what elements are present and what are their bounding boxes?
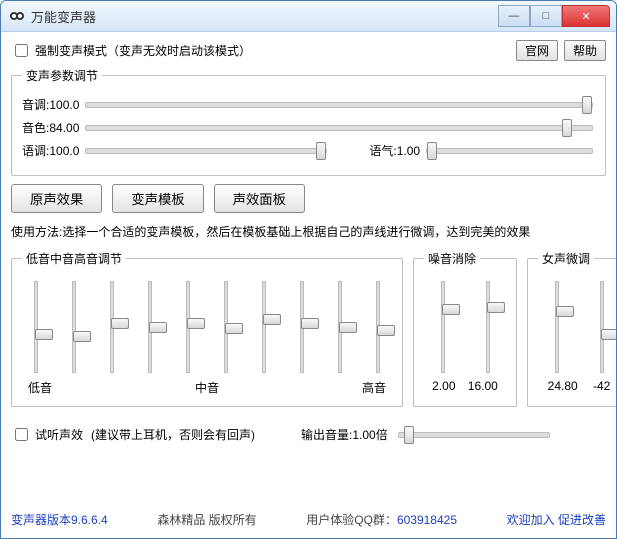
eq-low-label: 低音 xyxy=(28,379,52,396)
eq-slider-2[interactable] xyxy=(65,281,83,373)
noise-slider-1[interactable] xyxy=(434,281,452,373)
listen-input[interactable] xyxy=(15,428,28,441)
usage-text: 使用方法:选择一个合适的变声模板，然后在模板基础上根据自己的声线进行微调，达到完… xyxy=(11,223,606,240)
eq-slider-3[interactable] xyxy=(103,281,121,373)
footer-join[interactable]: 欢迎加入 促进改善 xyxy=(507,511,606,528)
eq-slider-8[interactable] xyxy=(293,281,311,373)
mood-slider[interactable] xyxy=(426,148,593,154)
listen-label: 试听声效 xyxy=(35,426,83,443)
eq-slider-7[interactable] xyxy=(255,281,273,373)
app-icon xyxy=(9,8,25,24)
official-site-button[interactable]: 官网 xyxy=(516,40,558,61)
out-vol-slider[interactable] xyxy=(398,432,550,438)
eq-slider-6[interactable] xyxy=(217,281,235,373)
female-slider-2[interactable] xyxy=(593,281,611,373)
timbre-slider[interactable] xyxy=(85,125,593,131)
tab-original[interactable]: 原声效果 xyxy=(11,184,102,213)
help-button[interactable]: 帮助 xyxy=(564,40,606,61)
tab-fx-panel[interactable]: 声效面板 xyxy=(214,184,305,213)
footer-version: 变声器版本9.6.6.4 xyxy=(11,511,108,528)
noise-val-2: 16.00 xyxy=(468,379,498,393)
force-mode-input[interactable] xyxy=(15,44,28,57)
female-val-2: -42 xyxy=(593,379,610,393)
force-mode-label: 强制变声模式（变声无效时启动该模式） xyxy=(35,42,251,59)
noise-legend: 噪音消除 xyxy=(424,250,480,267)
listen-checkbox[interactable]: 试听声效 xyxy=(11,425,83,444)
close-button[interactable]: ✕ xyxy=(562,5,610,27)
eq-high-label: 高音 xyxy=(362,379,386,396)
eq-slider-1[interactable] xyxy=(27,281,45,373)
tone-slider[interactable] xyxy=(85,148,327,154)
maximize-button[interactable]: □ xyxy=(530,5,562,27)
pitch-label: 音调:100.0 xyxy=(22,96,79,113)
eq-legend: 低音中音高音调节 xyxy=(22,250,126,267)
noise-group: 噪音消除 2.00 16.00 xyxy=(413,250,517,407)
footer-qq: 用户体验QQ群：603918425 xyxy=(306,511,457,528)
mood-label: 语气:1.00 xyxy=(369,142,420,159)
voice-params-group: 变声参数调节 音调:100.0 音色:84.00 语调:100.0 语气:1.0… xyxy=(11,67,606,176)
pitch-slider[interactable] xyxy=(85,102,593,108)
minimize-button[interactable]: — xyxy=(498,5,530,27)
eq-group: 低音中音高音调节 低音 中音 高音 xyxy=(11,250,403,407)
force-mode-checkbox[interactable]: 强制变声模式（变声无效时启动该模式） xyxy=(11,41,251,60)
tab-template[interactable]: 变声模板 xyxy=(112,184,203,213)
listen-hint: (建议带上耳机，否则会有回声) xyxy=(91,426,255,443)
window-title: 万能变声器 xyxy=(31,7,498,26)
tone-label: 语调:100.0 xyxy=(22,142,79,159)
out-vol-label: 输出音量:1.00倍 xyxy=(301,426,388,443)
timbre-label: 音色:84.00 xyxy=(22,119,79,136)
eq-slider-4[interactable] xyxy=(141,281,159,373)
female-val-1: 24.80 xyxy=(548,379,578,393)
female-group: 女声微调 24.80 -42 xyxy=(527,250,616,407)
female-slider-1[interactable] xyxy=(548,281,566,373)
voice-params-legend: 变声参数调节 xyxy=(22,67,102,84)
female-legend: 女声微调 xyxy=(538,250,594,267)
footer-copyright: 森林精品 版权所有 xyxy=(157,511,256,528)
noise-slider-2[interactable] xyxy=(479,281,497,373)
eq-mid-label: 中音 xyxy=(195,379,219,396)
eq-slider-9[interactable] xyxy=(331,281,349,373)
eq-slider-10[interactable] xyxy=(369,281,387,373)
noise-val-1: 2.00 xyxy=(432,379,455,393)
eq-slider-5[interactable] xyxy=(179,281,197,373)
